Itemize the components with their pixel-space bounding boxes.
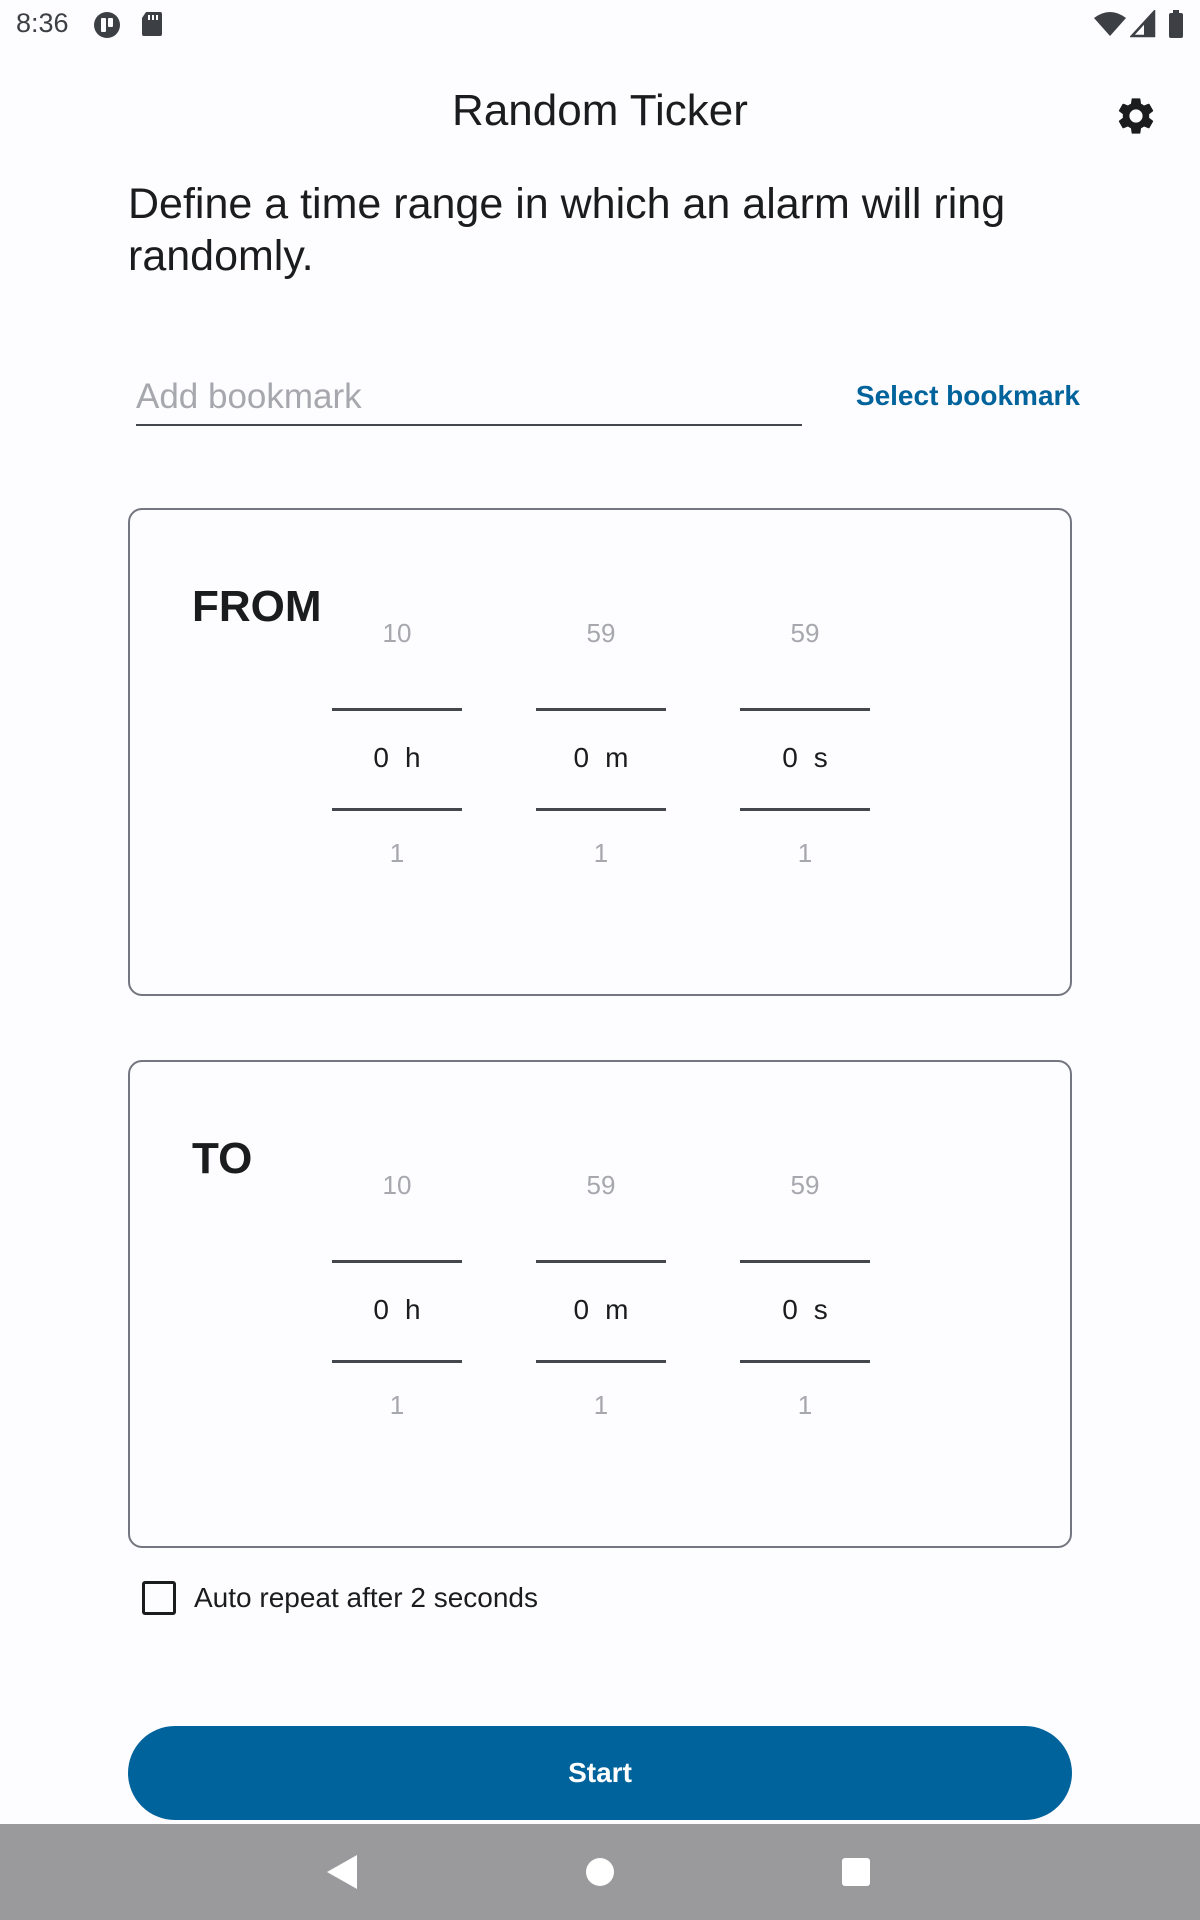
picker-unit: m	[605, 742, 629, 773]
picker-current-value[interactable]: 0m	[536, 742, 666, 774]
signal-icon	[1130, 10, 1156, 38]
picker-divider	[740, 708, 870, 711]
picker-value: 0	[373, 742, 389, 773]
recents-button[interactable]	[832, 1848, 880, 1896]
status-bar: 8:36	[0, 0, 1200, 50]
from-hours-picker[interactable]: 10 0h 1	[332, 608, 462, 968]
picker-divider	[536, 1260, 666, 1263]
bookmark-field	[136, 370, 802, 426]
bookmark-input[interactable]	[136, 370, 802, 424]
picker-unit: s	[813, 742, 828, 773]
back-button[interactable]	[318, 1848, 366, 1896]
to-label: TO	[192, 1134, 253, 1183]
sd-card-icon	[142, 12, 162, 36]
back-icon	[327, 1855, 357, 1889]
picker-current-value[interactable]: 0h	[332, 1294, 462, 1326]
home-icon	[586, 1858, 614, 1886]
to-minutes-picker[interactable]: 59 0m 1	[536, 1160, 666, 1520]
picker-divider	[536, 808, 666, 811]
picker-current-value[interactable]: 0m	[536, 1294, 666, 1326]
to-seconds-picker[interactable]: 59 0s 1	[740, 1160, 870, 1520]
picker-divider	[740, 1260, 870, 1263]
picker-next-value[interactable]: 1	[536, 838, 666, 869]
from-range-card: FROM 10 0h 1 59 0m 1 59 0s 1	[128, 508, 1072, 996]
picker-value: 0	[373, 1294, 389, 1325]
app-notification-icon	[94, 12, 120, 38]
picker-divider	[740, 1360, 870, 1363]
auto-repeat-row[interactable]: Auto repeat after 2 seconds	[142, 1578, 538, 1618]
picker-next-value[interactable]: 1	[332, 1390, 462, 1421]
picker-divider	[332, 808, 462, 811]
picker-current-value[interactable]: 0s	[740, 742, 870, 774]
picker-next-value[interactable]: 1	[536, 1390, 666, 1421]
settings-button[interactable]	[1108, 88, 1164, 144]
app-title: Random Ticker	[452, 86, 748, 135]
home-button[interactable]	[576, 1848, 624, 1896]
description-text: Define a time range in which an alarm wi…	[128, 180, 1006, 280]
picker-value: 0	[782, 742, 798, 773]
picker-divider	[332, 1260, 462, 1263]
wifi-icon	[1094, 12, 1126, 36]
from-minutes-picker[interactable]: 59 0m 1	[536, 608, 666, 968]
picker-current-value[interactable]: 0s	[740, 1294, 870, 1326]
navigation-bar	[0, 1824, 1200, 1920]
picker-value: 0	[782, 1294, 798, 1325]
picker-divider	[332, 1360, 462, 1363]
to-hours-picker[interactable]: 10 0h 1	[332, 1160, 462, 1520]
picker-divider	[740, 808, 870, 811]
picker-next-value[interactable]: 1	[740, 1390, 870, 1421]
picker-next-value[interactable]: 1	[740, 838, 870, 869]
status-time: 8:36	[16, 8, 69, 38]
battery-icon	[1169, 10, 1183, 38]
from-seconds-picker[interactable]: 59 0s 1	[740, 608, 870, 968]
picker-prev-value[interactable]: 59	[536, 618, 666, 649]
picker-divider	[536, 1360, 666, 1363]
picker-prev-value[interactable]: 59	[740, 1170, 870, 1201]
picker-divider	[536, 708, 666, 711]
picker-current-value[interactable]: 0h	[332, 742, 462, 774]
picker-prev-value[interactable]: 59	[536, 1170, 666, 1201]
picker-value: 0	[573, 742, 590, 773]
picker-value: 0	[573, 1294, 590, 1325]
auto-repeat-label: Auto repeat after 2 seconds	[194, 1582, 538, 1613]
auto-repeat-checkbox[interactable]	[142, 1581, 176, 1615]
picker-unit: h	[405, 742, 421, 773]
picker-prev-value[interactable]: 10	[332, 618, 462, 649]
picker-unit: h	[405, 1294, 421, 1325]
picker-unit: m	[605, 1294, 629, 1325]
picker-unit: s	[813, 1294, 828, 1325]
from-label: FROM	[192, 582, 322, 631]
recents-icon	[842, 1858, 870, 1886]
select-bookmark-button[interactable]: Select bookmark	[800, 380, 1080, 412]
start-button[interactable]: Start	[128, 1726, 1072, 1820]
to-range-card: TO 10 0h 1 59 0m 1 59 0s 1	[128, 1060, 1072, 1548]
picker-prev-value[interactable]: 59	[740, 618, 870, 649]
picker-next-value[interactable]: 1	[332, 838, 462, 869]
picker-divider	[332, 708, 462, 711]
picker-prev-value[interactable]: 10	[332, 1170, 462, 1201]
gear-icon	[1118, 98, 1154, 134]
